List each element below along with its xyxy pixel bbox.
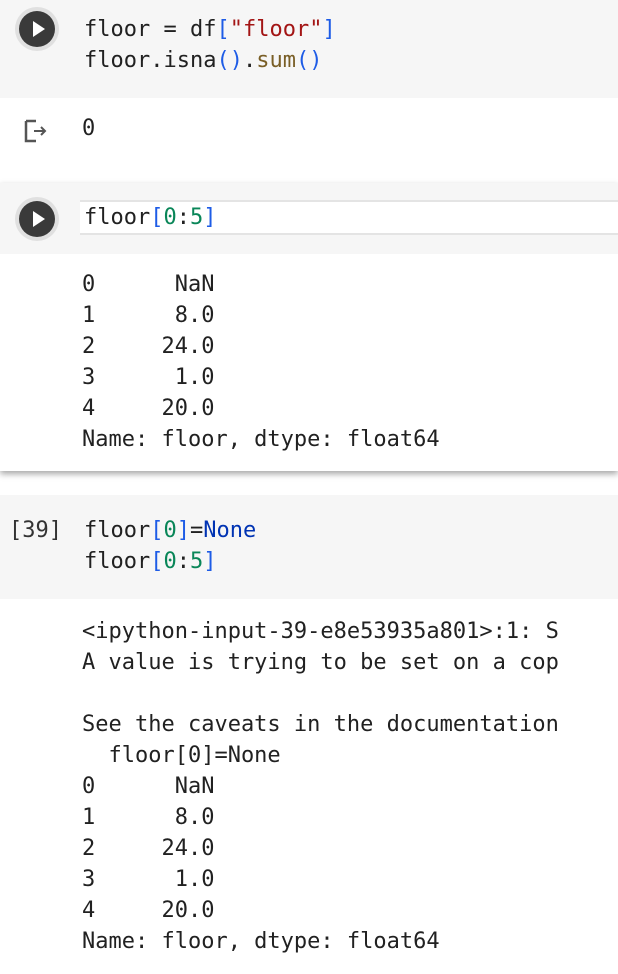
- code-token: "floor": [229, 17, 323, 42]
- code-token: 0: [163, 205, 177, 230]
- code-token: 5: [189, 205, 204, 230]
- output-line: 0: [82, 116, 96, 141]
- output-line: 1 8.0: [82, 805, 215, 830]
- code-token: floor: [84, 518, 151, 543]
- code-token: (): [216, 48, 243, 73]
- code-editor[interactable]: floor[0:5]: [80, 200, 618, 235]
- output-line: 2 24.0: [82, 836, 215, 861]
- output-line: 4 20.0: [82, 898, 215, 923]
- code-token: ]: [322, 17, 336, 42]
- run-cell-button[interactable]: [19, 201, 55, 237]
- code-line: floor.isna().sum(): [84, 45, 336, 76]
- output-text: <ipython-input-39-e8e53935a801>:1: S A va…: [82, 616, 559, 957]
- code-token: [: [150, 549, 164, 574]
- output-line: floor[0]=None: [82, 743, 281, 768]
- output-area-3: <ipython-input-39-e8e53935a801>:1: S A va…: [0, 599, 618, 974]
- code-token: None: [203, 518, 257, 543]
- code-token: [: [150, 518, 164, 543]
- code-token: .: [242, 48, 257, 73]
- code-cell-1: floor = df["floor"] floor.isna().sum(): [0, 0, 618, 98]
- code-token: (): [295, 48, 323, 73]
- run-cell-button[interactable]: [19, 11, 55, 47]
- code-token: ]: [203, 549, 217, 574]
- code-token: :: [176, 205, 190, 230]
- code-token: df: [189, 17, 217, 42]
- code-line: floor[0:5]: [84, 202, 216, 233]
- output-line: 3 1.0: [82, 867, 215, 892]
- code-token: =: [189, 518, 204, 543]
- code-line: floor[0:5]: [84, 546, 256, 577]
- output-line: 1 8.0: [82, 303, 215, 328]
- code-line: floor[0:5]: [84, 202, 216, 233]
- output-line: 0 NaN: [82, 272, 215, 297]
- code-token: floor: [84, 48, 151, 73]
- code-cell-3: [39] floor[0]=None floor[0:5]: [0, 495, 618, 599]
- code-token: ]: [203, 205, 217, 230]
- code-token: isna: [163, 48, 217, 73]
- code-token: floor: [84, 17, 151, 42]
- output-arrow-icon[interactable]: [22, 117, 50, 145]
- code-token: ]: [176, 518, 190, 543]
- code-token: floor: [84, 549, 151, 574]
- code-line: floor = df["floor"]: [84, 14, 336, 45]
- code-token: .: [150, 48, 164, 73]
- output-area-1: 0: [0, 98, 618, 180]
- code-editor[interactable]: floor = df["floor"] floor.isna().sum(): [84, 14, 336, 76]
- code-token: [: [150, 205, 164, 230]
- code-token: =: [150, 17, 190, 42]
- code-cell-2[interactable]: floor[0:5] 0 NaN 1 8.0 2 24.0 3 1.0 4 20.0 Na…: [0, 183, 618, 471]
- code-token: 5: [189, 549, 204, 574]
- output-line: A value is trying to be set on a cop: [82, 650, 559, 675]
- code-line: floor[0]=None: [84, 515, 256, 546]
- code-token: sum: [256, 48, 296, 73]
- play-icon: [33, 21, 45, 37]
- output-line: 0 NaN: [82, 774, 215, 799]
- execution-count: [39]: [9, 518, 62, 543]
- code-token: floor: [84, 205, 151, 230]
- code-token: [: [216, 17, 230, 42]
- output-line: 2 24.0: [82, 334, 215, 359]
- output-line: 3 1.0: [82, 365, 215, 390]
- output-text: 0: [82, 113, 95, 144]
- code-editor[interactable]: floor[0]=None floor[0:5]: [84, 515, 256, 577]
- code-bar: floor[0:5]: [0, 183, 618, 254]
- output-line: Name: floor, dtype: float64: [82, 929, 440, 954]
- code-token: 0: [163, 549, 177, 574]
- output-line: 4 20.0: [82, 396, 215, 421]
- play-icon: [33, 211, 45, 227]
- output-line: Name: floor, dtype: float64: [82, 427, 440, 452]
- code-token: :: [176, 549, 190, 574]
- output-text: 0 NaN 1 8.0 2 24.0 3 1.0 4 20.0 Name: floor, …: [82, 269, 440, 455]
- output-line: <ipython-input-39-e8e53935a801>:1: S: [82, 619, 559, 644]
- output-line: See the caveats in the documentation: [82, 712, 559, 737]
- code-token: 0: [163, 518, 177, 543]
